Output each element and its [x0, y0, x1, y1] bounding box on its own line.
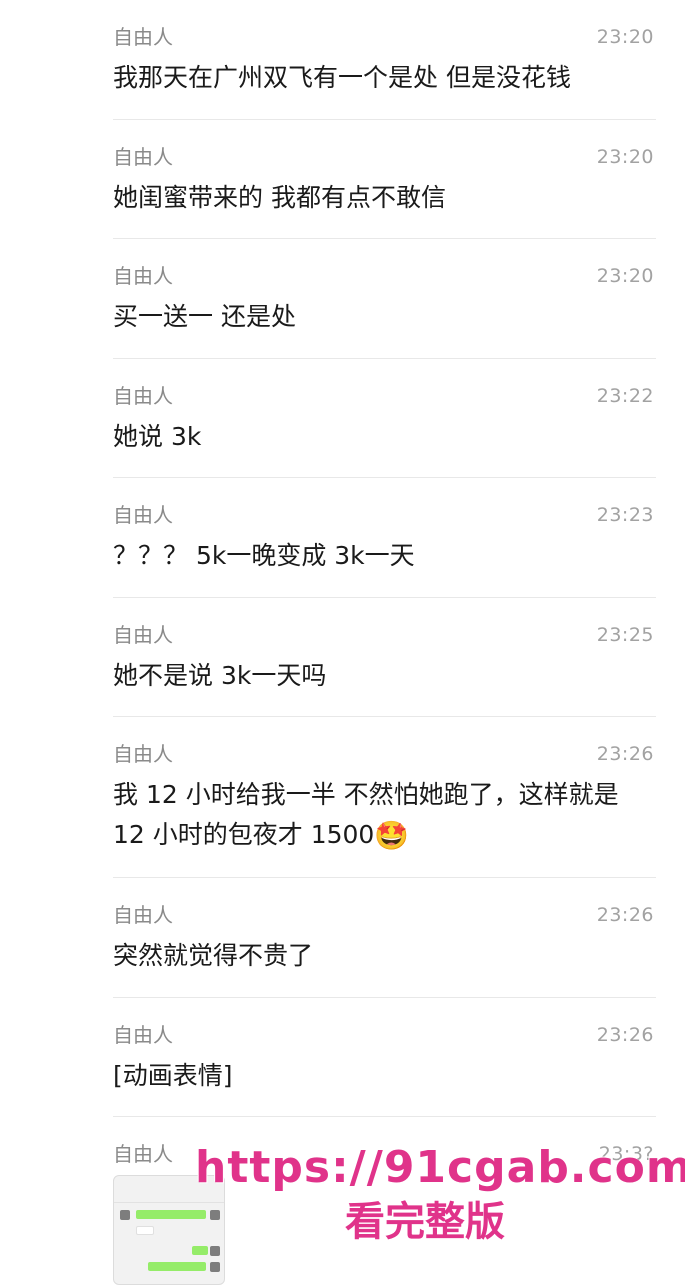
message-time: 23:25: [596, 623, 654, 646]
thumbnail-bubble: [136, 1210, 206, 1219]
chat-screenshot-thumbnail[interactable]: [113, 1175, 225, 1285]
message-time: 23:22: [596, 384, 654, 407]
message-text: 她说 3k: [113, 421, 202, 451]
message-time: 23:20: [596, 26, 654, 48]
sender-name: 自由人: [113, 1142, 173, 1166]
message-item[interactable]: 自由人 23:3?: [113, 1116, 656, 1285]
message-text: ？？？ 5k一晚变成 3k一天: [113, 541, 415, 570]
message-text: 买一送一 还是处: [113, 302, 296, 331]
message-item[interactable]: 自由人 23:26 [动画表情]: [113, 996, 656, 1117]
message-item[interactable]: 自由人 23:20 她闺蜜带来的 我都有点不敢信: [113, 118, 656, 239]
message-time: 23:23: [596, 504, 654, 526]
message-text: 突然就觉得不贵了: [113, 941, 314, 970]
star-struck-emoji-icon: 🤩: [374, 819, 410, 852]
message-text: 我 12 小时给我一半 不然怕她跑了，这样就是 12 小时的包夜才 1500🤩: [113, 775, 636, 855]
message-item[interactable]: 自由人 23:26 我 12 小时给我一半 不然怕她跑了，这样就是 12 小时的…: [113, 716, 656, 877]
thumbnail-bubble: [192, 1246, 208, 1255]
message-time: 23:20: [596, 145, 654, 168]
message-list: 自由人 23:20 我那天在广州双飞有一个是处 但是没花钱 自由人 23:20 …: [0, 0, 685, 1285]
message-text: [动画表情]: [113, 1060, 233, 1090]
sender-name: 自由人: [113, 264, 173, 288]
sender-name: 自由人: [113, 903, 173, 927]
sender-name: 自由人: [113, 503, 173, 527]
message-time: 23:3?: [598, 1143, 654, 1165]
sender-name: 自由人: [113, 1022, 173, 1047]
message-item[interactable]: 自由人 23:20 我那天在广州双飞有一个是处 但是没花钱: [113, 0, 656, 119]
message-time: 23:26: [596, 1023, 654, 1046]
message-item[interactable]: 自由人 23:22 她说 3k: [113, 357, 656, 478]
thumbnail-avatar-icon: [210, 1262, 220, 1272]
sender-name: 自由人: [113, 144, 173, 169]
message-item[interactable]: 自由人 23:23 ？？？ 5k一晚变成 3k一天: [113, 477, 656, 597]
thumbnail-avatar-icon: [210, 1246, 220, 1256]
sender-name: 自由人: [113, 742, 173, 766]
message-text: 她闺蜜带来的 我都有点不敢信: [113, 182, 446, 212]
message-text: 她不是说 3k一天吗: [113, 660, 327, 690]
thumbnail-bubble: [148, 1262, 206, 1271]
thumbnail-avatar-icon: [120, 1210, 130, 1220]
message-item[interactable]: 自由人 23:26 突然就觉得不贵了: [113, 877, 656, 997]
sender-name: 自由人: [113, 25, 173, 49]
message-item[interactable]: 自由人 23:25 她不是说 3k一天吗: [113, 596, 656, 717]
message-time: 23:26: [596, 743, 654, 765]
message-time: 23:20: [596, 265, 654, 287]
message-text: 我那天在广州双飞有一个是处 但是没花钱: [113, 63, 571, 92]
thumbnail-bubble: [136, 1226, 154, 1235]
message-time: 23:26: [596, 904, 654, 926]
thumbnail-avatar-icon: [210, 1210, 220, 1220]
thumbnail-status-bar: [114, 1176, 224, 1188]
sender-name: 自由人: [113, 622, 173, 647]
thumbnail-nav-bar: [114, 1188, 224, 1203]
message-item[interactable]: 自由人 23:20 买一送一 还是处: [113, 238, 656, 358]
sender-name: 自由人: [113, 383, 173, 408]
message-text-body: 我 12 小时给我一半 不然怕她跑了，这样就是 12 小时的包夜才 1500: [113, 780, 627, 849]
